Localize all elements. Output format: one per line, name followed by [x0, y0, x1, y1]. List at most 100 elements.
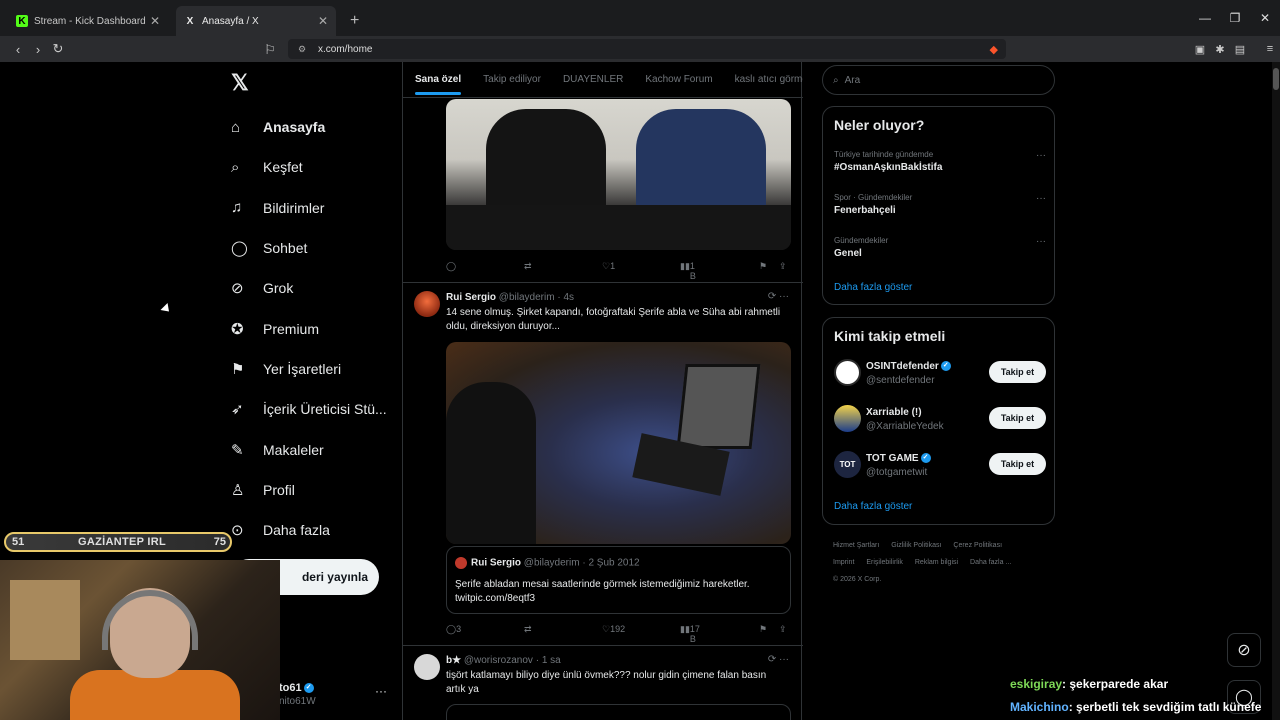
quote-date: 2 Şub 2012	[588, 557, 640, 569]
sidebar-item-chat[interactable]: ◯ Sohbet	[231, 228, 401, 268]
trend-name: #OsmanAşkınBakİstifa	[834, 162, 943, 173]
author-handle[interactable]: @worisrozanov	[464, 655, 533, 666]
browser-tab-x[interactable]: X Anasayfa / X ✕	[176, 6, 336, 36]
sidebar-item-grok[interactable]: ⊘ Grok	[231, 268, 401, 308]
reply-button[interactable]: ◯ 3	[446, 624, 461, 635]
follow-button[interactable]: Takip et	[989, 453, 1046, 475]
sidebar-item-notifications[interactable]: ♫ Bildirimler	[231, 188, 401, 228]
quoted-tweet[interactable]	[446, 704, 791, 720]
sidebar-item-premium[interactable]: ✪ Premium	[231, 308, 401, 348]
url-field[interactable]: ⚙ x.com/home ◆	[288, 39, 1006, 59]
bookmark-page-icon[interactable]: ⚐	[260, 42, 280, 58]
webcam-background-object	[10, 580, 80, 660]
avatar[interactable]	[414, 291, 440, 317]
sidebar-item-articles[interactable]: ✎ Makaleler	[231, 429, 401, 469]
back-icon[interactable]: ‹	[8, 42, 28, 57]
like-button[interactable]: ♡ 192	[602, 624, 625, 635]
site-info-icon[interactable]: ⚙	[298, 44, 318, 55]
search-input[interactable]: ⌕ Ara	[822, 65, 1055, 95]
sidebar-item-home[interactable]: ⌂ Anasayfa	[231, 107, 401, 147]
puzzle-icon[interactable]: ✱	[1210, 43, 1230, 56]
footer-link[interactable]: Reklam bilgisi	[915, 559, 958, 566]
views-button[interactable]: ▮▮ 17 B	[680, 624, 700, 644]
more-icon[interactable]: ···	[375, 684, 387, 698]
minimize-icon[interactable]: —	[1190, 11, 1220, 25]
show-more-link[interactable]: Daha fazla göster	[834, 501, 912, 512]
bookmark-icon[interactable]: ⚑	[759, 624, 767, 635]
retweet-icon[interactable]: ⇄	[524, 624, 532, 635]
footer-link[interactable]: Daha fazla ...	[970, 559, 1011, 566]
more-icon[interactable]: ⟳ ···	[768, 654, 789, 665]
image-person	[486, 109, 606, 219]
grok-icon: ⊘	[231, 280, 244, 298]
restore-icon[interactable]: ❐	[1220, 11, 1250, 25]
share-icon[interactable]: ⇪	[779, 261, 787, 272]
close-window-icon[interactable]: ✕	[1250, 11, 1280, 25]
author-handle[interactable]: @bilayderim	[499, 292, 555, 303]
more-icon[interactable]: ⟳ ···	[768, 291, 789, 302]
follow-button[interactable]: Takip et	[989, 407, 1046, 429]
more-icon[interactable]: ···	[1036, 236, 1046, 247]
scrollbar-thumb[interactable]	[1273, 68, 1279, 90]
sidebar-item-label: Keşfet	[263, 159, 303, 176]
reload-icon[interactable]: ↻	[48, 41, 68, 57]
show-more-link[interactable]: Daha fazla göster	[834, 282, 912, 293]
more-icon[interactable]: ···	[1036, 193, 1046, 204]
extension-icon[interactable]: ▣	[1190, 43, 1210, 56]
more-icon[interactable]: ···	[1036, 150, 1046, 161]
sidebar-item-explore[interactable]: ⌕ Keşfet	[231, 147, 401, 187]
follow-button[interactable]: Takip et	[989, 361, 1046, 383]
retweet-icon[interactable]: ⇄	[524, 261, 532, 272]
tab-duayenler[interactable]: DUAYENLER	[563, 74, 623, 85]
sidebar-item-bookmarks[interactable]: ⚑ Yer İşaretleri	[231, 349, 401, 389]
reply-icon[interactable]: ◯	[446, 261, 456, 272]
follow-suggestion[interactable]: OSINTdefender ✓ @sentdefender Takip et	[834, 359, 1046, 389]
author-name[interactable]: Rui Sergio	[446, 292, 496, 303]
quoted-tweet[interactable]: Rui Sergio @bilayderim · 2 Şub 2012 Şeri…	[446, 546, 791, 614]
tweet-time[interactable]: 4s	[563, 292, 574, 303]
footer-link[interactable]: Erişilebilirlik	[866, 559, 903, 566]
sidebar-item-profile[interactable]: ♙ Profil	[231, 470, 401, 510]
tweet-time[interactable]: 1 sa	[542, 655, 561, 666]
tab-list[interactable]: kaslı atıcı görmel	[735, 74, 803, 85]
follow-suggestion[interactable]: TOT TOT GAME ✓ @totgametwit Takip et	[834, 451, 1046, 481]
grok-button-icon[interactable]: ⊘	[1227, 633, 1261, 667]
tab-following[interactable]: Takip ediliyor	[483, 74, 541, 85]
close-tab-icon[interactable]: ✕	[318, 14, 328, 28]
menu-icon[interactable]: ≡	[1260, 43, 1280, 55]
share-icon[interactable]: ⇪	[779, 624, 787, 635]
close-tab-icon[interactable]: ✕	[150, 14, 160, 28]
footer-link[interactable]: Gizlilik Politikası	[891, 542, 941, 549]
tab-for-you[interactable]: Sana özel	[415, 74, 462, 95]
browser-tab-kick[interactable]: K Stream - Kick Dashboard ✕	[8, 6, 168, 36]
wallet-icon[interactable]: ▤	[1230, 43, 1250, 56]
bookmark-icon[interactable]: ⚑	[759, 261, 767, 272]
x-logo-icon[interactable]: 𝕏	[231, 70, 249, 96]
suggestion-handle: @sentdefender	[866, 375, 935, 386]
sidebar-item-more[interactable]: ⊙ Daha fazla	[231, 510, 401, 550]
timeline: Sana özel Takip ediliyor DUAYENLER Kacho…	[402, 62, 803, 720]
avatar[interactable]	[414, 654, 440, 680]
views-button[interactable]: ▮▮ 1 B	[680, 261, 696, 281]
tab-title: Stream - Kick Dashboard	[34, 15, 146, 27]
tweet-image[interactable]	[446, 342, 791, 544]
separator: ·	[535, 655, 540, 666]
like-button[interactable]: ♡ 1	[602, 261, 615, 272]
search-placeholder: Ara	[844, 74, 861, 86]
footer-link[interactable]: Hizmet Şartları	[833, 542, 879, 549]
sidebar-item-label: Anasayfa	[263, 119, 326, 136]
brave-shield-icon[interactable]: ◆	[990, 43, 998, 56]
tab-kachow-forum[interactable]: Kachow Forum	[645, 74, 712, 85]
tweet-image[interactable]	[446, 99, 791, 250]
follow-suggestion[interactable]: Xarriable (!) @XarriableYedek Takip et	[834, 405, 1046, 435]
sidebar-item-creator-studio[interactable]: ➶ İçerik Üreticisi Stü...	[231, 389, 401, 429]
scrollbar[interactable]	[1272, 62, 1280, 720]
footer-link[interactable]: Imprint	[833, 559, 854, 566]
trend-item[interactable]: Spor · Gündemdekiler Fenerbahçeli ···	[834, 193, 1046, 216]
trend-item[interactable]: Gündemdekiler Genel ···	[834, 236, 1046, 259]
new-tab-button[interactable]: +	[350, 6, 359, 36]
forward-icon[interactable]: ›	[28, 42, 48, 57]
author-name[interactable]: b★	[446, 655, 461, 666]
trend-item[interactable]: Türkiye tarihinde gündemde #OsmanAşkınBa…	[834, 150, 1046, 173]
footer-link[interactable]: Çerez Politikası	[953, 542, 1002, 549]
